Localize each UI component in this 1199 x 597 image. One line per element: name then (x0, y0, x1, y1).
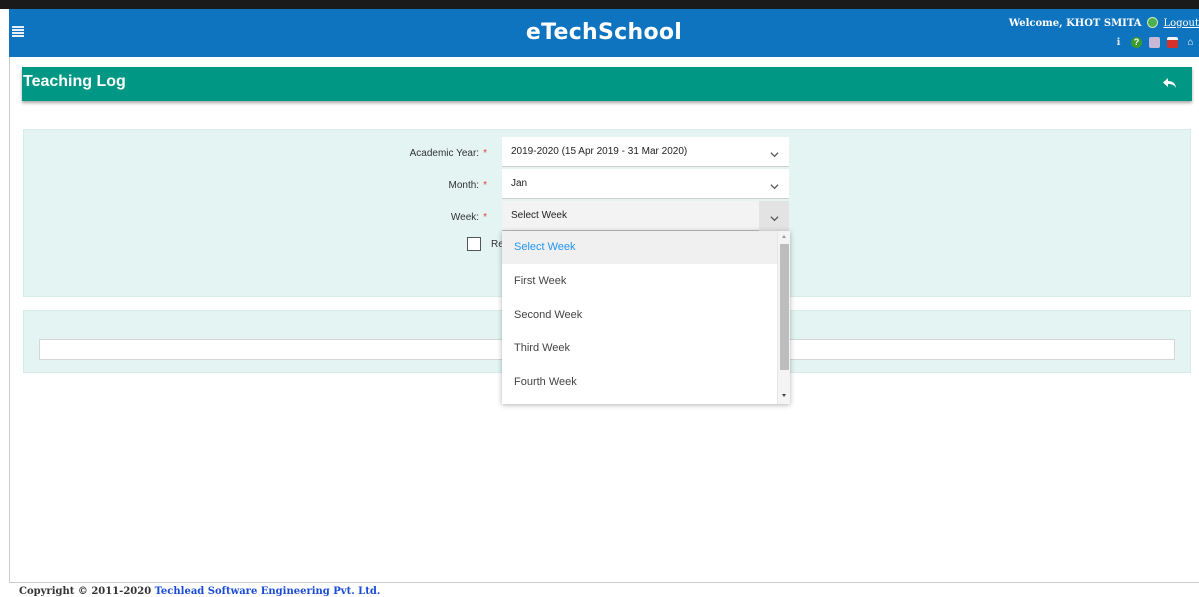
required-marker: * (483, 180, 487, 191)
footer-divider (9, 582, 1199, 583)
copyright-text: Copyright © 2011-2020 (19, 586, 155, 597)
required-marker: * (483, 148, 487, 159)
month-value: Jan (511, 178, 528, 189)
dropdown-scrollbar[interactable] (777, 231, 790, 404)
chevron-down-icon (770, 184, 779, 190)
app-topbar: eTechSchool Welcome, KHOT SMITA Logout ℹ… (9, 9, 1199, 57)
required-marker: * (483, 212, 487, 223)
week-option[interactable]: Second Week (502, 299, 777, 332)
academic-year-label: Academic Year: * (409, 148, 487, 159)
week-option[interactable]: Select Week (502, 231, 777, 264)
info-icon[interactable]: ℹ (1113, 37, 1124, 48)
academic-year-value: 2019-2020 (15 Apr 2019 - 31 Mar 2020) (511, 146, 688, 157)
welcome-area: Welcome, KHOT SMITA Logout (1009, 17, 1199, 29)
page-title: Teaching Log (23, 73, 126, 90)
logout-link[interactable]: Logout (1163, 18, 1199, 29)
week-label: Week: * (450, 212, 487, 223)
scrollbar-thumb[interactable] (780, 244, 789, 370)
week-option[interactable]: Third Week (502, 332, 777, 365)
chevron-down-icon (770, 216, 779, 222)
calendar-icon[interactable] (1167, 37, 1178, 48)
welcome-text: Welcome, KHOT SMITA (1008, 18, 1142, 29)
help-icon[interactable]: ? (1131, 37, 1142, 48)
option-checkbox[interactable] (467, 237, 481, 251)
academic-year-select[interactable]: 2019-2020 (15 Apr 2019 - 31 Mar 2020) (502, 137, 789, 167)
user-icon (1146, 17, 1158, 28)
scroll-down-arrow-icon[interactable] (782, 394, 786, 397)
month-label: Month: * (448, 180, 487, 191)
top-strip (0, 0, 1199, 9)
footer: Copyright © 2011-2020 Techlead Software … (19, 586, 380, 597)
header-icon-bar: ℹ ? ⌂ (1113, 37, 1196, 48)
page-header: Teaching Log (22, 67, 1192, 101)
week-option[interactable]: First Week (502, 265, 777, 298)
messages-icon[interactable] (1149, 37, 1160, 48)
week-select[interactable]: Select Week (502, 201, 789, 231)
month-select[interactable]: Jan (502, 169, 789, 199)
company-link[interactable]: Techlead Software Engineering Pvt. Ltd. (155, 586, 381, 597)
chevron-down-icon (770, 152, 779, 158)
week-dropdown-list: Select Week First Week Second Week Third… (502, 231, 790, 404)
home-icon[interactable]: ⌂ (1185, 37, 1196, 48)
frame-left-edge (9, 57, 10, 583)
scroll-up-arrow-icon[interactable] (782, 235, 786, 238)
back-arrow-icon[interactable] (1162, 75, 1178, 91)
week-option[interactable]: Fourth Week (502, 366, 777, 399)
week-value: Select Week (511, 210, 567, 221)
